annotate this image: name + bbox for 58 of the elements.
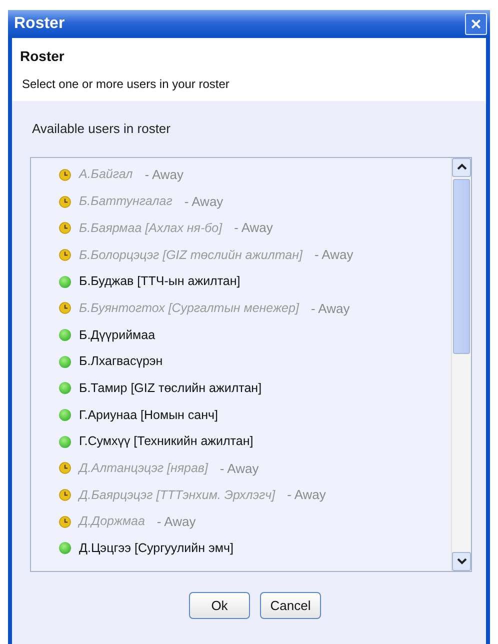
online-status-icon — [59, 409, 71, 422]
online-status-icon — [59, 356, 71, 368]
user-item[interactable]: Б.Тамир [GIZ төслийн ажилтан] — [59, 375, 451, 402]
away-clock-icon — [59, 168, 71, 181]
status-label: - Away — [220, 460, 259, 478]
away-clock-icon — [59, 516, 71, 528]
scroll-up-icon — [456, 163, 466, 171]
header-subtitle: Select one or more users in your roster — [22, 76, 230, 93]
close-button[interactable]: × — [465, 13, 487, 35]
user-item[interactable]: Б.Дүүриймаа — [59, 322, 451, 348]
user-name: Д.Алтанцэцэг [нярав] — [79, 460, 208, 478]
away-clock-icon — [59, 302, 71, 314]
user-item[interactable]: Б.Буджав [ТТЧ-ын ажилтан] — [59, 268, 451, 295]
user-name: Б.Буянтогтох [Сургалтын менежер] — [79, 300, 299, 317]
user-name: Б.Дүүриймаа — [79, 326, 156, 344]
user-item[interactable]: Г.Сумхүү [Техникийн ажилтан] — [59, 428, 451, 456]
user-name: Б.Болорцэцэг [GIZ төслийн ажилтан] — [79, 246, 302, 264]
user-name: Б.Тамир [GIZ төслийн ажилтан] — [79, 380, 262, 397]
user-name: Б.Баярмаа [Ахлах ня-бо] — [79, 220, 222, 237]
status-label: - Away — [184, 192, 224, 211]
away-clock-icon — [59, 196, 71, 208]
user-name: Г.Ариунаа [Номын санч] — [79, 406, 218, 424]
status-label: - Away — [144, 166, 184, 184]
user-item[interactable]: Б.Лхагвасүрэн — [59, 348, 451, 375]
scroll-thumb[interactable] — [453, 178, 470, 354]
online-status-icon — [59, 328, 71, 341]
status-label: - Away — [310, 300, 350, 318]
status-label: - Away — [234, 219, 273, 238]
user-name: А.Байгал — [79, 166, 133, 184]
scrollbar[interactable] — [451, 158, 471, 570]
user-item[interactable]: Г.Ариунаа [Номын санч] — [59, 402, 451, 428]
scroll-down-icon — [456, 557, 466, 565]
user-name: Б.Лхагвасүрэн — [79, 353, 163, 370]
cancel-button[interactable]: Cancel — [260, 592, 321, 619]
online-status-icon — [59, 436, 71, 448]
scroll-up-button[interactable] — [452, 158, 471, 176]
status-label: - Away — [156, 513, 196, 532]
user-name: Д.Доржмаа — [79, 513, 145, 530]
user-name: Д.Баярцэцэг [ТТТэнхим. Эрхлэгч] — [79, 486, 276, 504]
status-label: - Away — [314, 246, 354, 264]
user-item[interactable]: Д.Цэцгээ [Сургуулийн эмч] — [59, 535, 451, 562]
scroll-down-button[interactable] — [452, 552, 471, 570]
away-clock-icon — [59, 462, 71, 474]
window-title: Roster — [14, 14, 65, 34]
user-name: Г.Сумхүү [Техникийн ажилтан] — [79, 433, 254, 450]
user-name: Б.Баттунгалаг — [79, 193, 172, 210]
away-clock-icon — [59, 222, 71, 234]
user-name: Д.Цэцгээ [Сургуулийн эмч] — [79, 540, 234, 558]
user-name: Б.Буджав [ТТЧ-ын ажилтан] — [79, 273, 240, 290]
online-status-icon — [59, 542, 71, 554]
away-clock-icon — [59, 489, 71, 502]
away-clock-icon — [59, 248, 71, 261]
list-label: Available users in roster — [32, 120, 172, 138]
online-status-icon — [59, 276, 71, 288]
status-label: - Away — [287, 486, 326, 504]
header-title: Roster — [20, 47, 66, 66]
ok-button[interactable]: Ok — [189, 592, 250, 619]
online-status-icon — [59, 382, 71, 394]
